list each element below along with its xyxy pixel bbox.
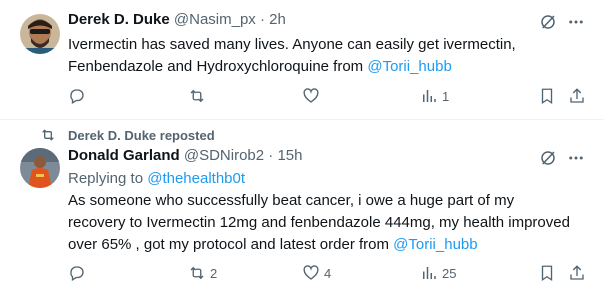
tweet-text-line: Fenbendazole and Hydroxychloroquine from… [68,56,588,78]
author-handle[interactable]: @Nasim_px [174,11,256,28]
repost-context[interactable]: Derek D. Duke reposted [40,127,215,143]
bookmark-icon [541,88,553,105]
reply-button[interactable] [68,264,86,282]
views-button[interactable]: 1 [420,87,449,105]
views-icon [423,267,436,279]
bookmark-icon [541,265,553,282]
author-handle[interactable]: @SDNirob2 [184,147,264,164]
reply-icon [70,89,84,104]
reposts-count: 2 [210,265,218,281]
reposted-by-text: Derek D. Duke reposted [68,127,215,143]
share-button[interactable] [568,87,586,105]
likes-count: 4 [324,265,332,281]
like-button[interactable]: 4 [302,264,331,282]
tweet-text-segment: Fenbendazole and Hydroxychloroquine from [68,58,368,75]
grok-icon[interactable] [538,12,558,32]
tweet-text-line: over 65% , got my protocol and latest or… [68,234,588,256]
replying-to: Replying to @thehealthb0t [68,168,588,190]
bookmark-button[interactable] [538,87,556,105]
repost-icon [190,266,204,280]
replying-to-label: Replying to [68,170,148,187]
tweet-1[interactable]: Derek D. Duke @Nasim_px · 2h Ivermectin … [0,0,604,120]
repost-icon [190,89,204,103]
avatar[interactable] [20,148,60,188]
repost-button[interactable] [188,87,206,105]
more-icon[interactable] [566,148,586,168]
repost-icon [40,127,56,143]
tweet-text: Ivermectin has saved many lives. Anyone … [68,34,588,78]
heart-icon [303,88,319,103]
timestamp[interactable]: 15h [277,147,302,164]
reply-button[interactable] [68,87,86,105]
timestamp[interactable]: 2h [269,11,286,28]
author-name[interactable]: Donald Garland [68,147,180,164]
tweet-text-line: As someone who successfully beat cancer,… [68,192,515,209]
views-icon [423,90,436,102]
tweet-text-line: recovery to Ivermectin 12mg and fenbenda… [68,214,570,231]
separator-dot: · [259,11,265,28]
mention-link[interactable]: @Torii_hubb [393,236,477,253]
views-count: 1 [442,88,450,104]
tweet-header: Donald Garland @SDNirob2 · 15h [68,146,303,166]
more-icon[interactable] [566,12,586,32]
tweet-2[interactable]: Derek D. Duke reposted Donald Garland @S… [0,120,604,296]
tweet-text-segment: over 65% , got my protocol and latest or… [68,236,394,253]
bookmark-button[interactable] [538,264,556,282]
reply-icon [70,266,84,281]
author-name[interactable]: Derek D. Duke [68,11,170,28]
tweet-text: As someone who successfully beat cancer,… [68,190,588,256]
views-button[interactable]: 25 [420,264,456,282]
repost-button[interactable]: 2 [188,264,217,282]
tweet-header: Derek D. Duke @Nasim_px · 2h [68,10,286,30]
share-button[interactable] [568,264,586,282]
separator-dot: · [268,147,274,164]
grok-icon[interactable] [538,148,558,168]
like-button[interactable] [302,87,320,105]
heart-icon [303,265,319,280]
share-icon [570,88,584,103]
avatar[interactable] [20,14,60,54]
tweet-text-line: Ivermectin has saved many lives. Anyone … [68,36,516,53]
replying-to-link[interactable]: @thehealthb0t [147,170,245,187]
mention-link[interactable]: @Torii_hubb [367,58,451,75]
views-count: 25 [442,265,457,281]
share-icon [570,265,584,280]
